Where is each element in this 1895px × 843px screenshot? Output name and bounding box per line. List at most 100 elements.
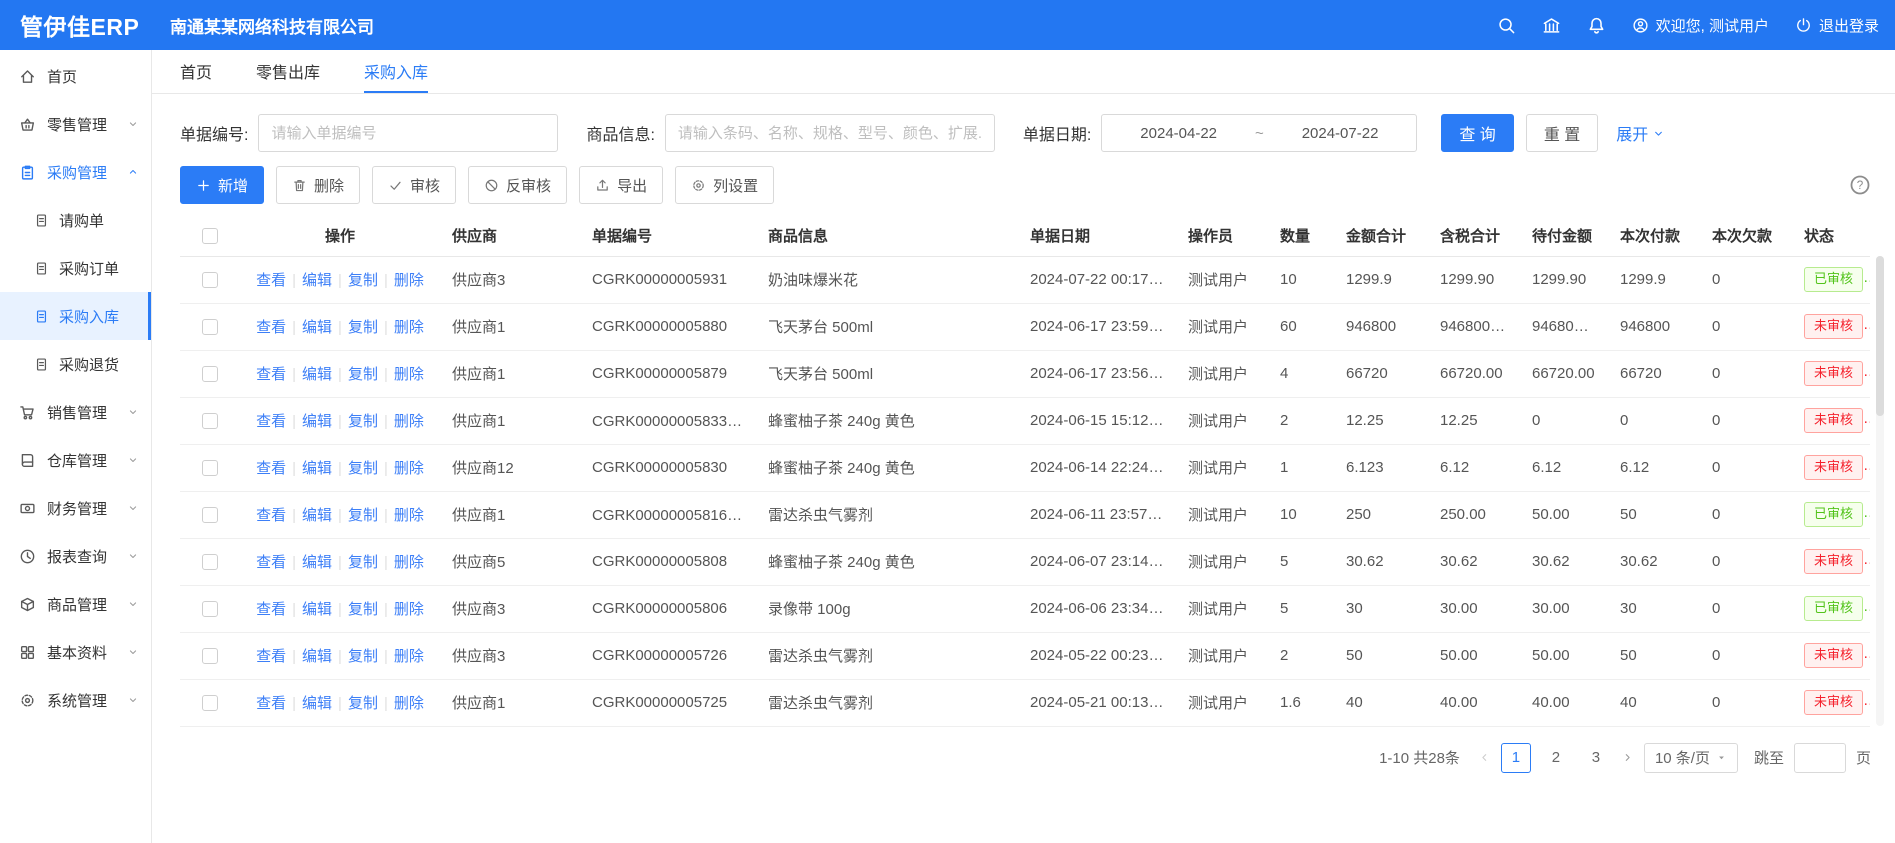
action-separator: |	[338, 413, 342, 430]
notification-bell-icon[interactable]	[1587, 16, 1606, 35]
next-page-icon[interactable]	[1621, 751, 1634, 764]
page-size-select[interactable]: 10 条/页	[1644, 743, 1738, 773]
prev-page-icon[interactable]	[1478, 751, 1491, 764]
row-checkbox[interactable]	[202, 366, 218, 382]
view-link[interactable]: 查看	[256, 272, 286, 289]
delete-button[interactable]: 删除	[276, 166, 360, 204]
table-scrollbar[interactable]	[1876, 256, 1884, 726]
date-to-value[interactable]: 2024-07-22	[1264, 125, 1417, 142]
edit-link[interactable]: 编辑	[302, 460, 332, 477]
reset-button[interactable]: 重 置	[1526, 114, 1598, 152]
bill-no-input[interactable]	[258, 114, 558, 152]
user-welcome[interactable]: 欢迎您, 测试用户	[1632, 15, 1769, 36]
column-settings-button[interactable]: 列设置	[675, 166, 774, 204]
sidebar-subitem-purchase-return[interactable]: 采购退货	[0, 340, 151, 388]
view-link[interactable]: 查看	[256, 319, 286, 336]
bank-icon[interactable]	[1542, 16, 1561, 35]
view-link[interactable]: 查看	[256, 507, 286, 524]
edit-link[interactable]: 编辑	[302, 648, 332, 665]
row-checkbox[interactable]	[202, 648, 218, 664]
edit-link[interactable]: 编辑	[302, 601, 332, 618]
delete-link[interactable]: 删除	[394, 366, 424, 383]
tab-purchase-inbound[interactable]: 采购入库	[364, 50, 428, 93]
view-link[interactable]: 查看	[256, 413, 286, 430]
delete-link[interactable]: 删除	[394, 507, 424, 524]
copy-link[interactable]: 复制	[348, 413, 378, 430]
search-icon[interactable]	[1497, 16, 1516, 35]
sidebar-subitem-purchase-order[interactable]: 采购订单	[0, 244, 151, 292]
edit-link[interactable]: 编辑	[302, 507, 332, 524]
copy-link[interactable]: 复制	[348, 695, 378, 712]
delete-link[interactable]: 删除	[394, 554, 424, 571]
view-link[interactable]: 查看	[256, 695, 286, 712]
sidebar-subitem-purchase-inbound[interactable]: 采购入库	[0, 292, 151, 340]
page-button-1[interactable]: 1	[1501, 743, 1531, 773]
sidebar-item-goods[interactable]: 商品管理	[0, 580, 151, 628]
page-button-2[interactable]: 2	[1541, 743, 1571, 773]
edit-link[interactable]: 编辑	[302, 554, 332, 571]
tab-retail-outbound[interactable]: 零售出库	[256, 50, 320, 93]
table-scrollbar-thumb[interactable]	[1876, 256, 1884, 416]
sidebar-item-sales[interactable]: 销售管理	[0, 388, 151, 436]
delete-link[interactable]: 删除	[394, 648, 424, 665]
copy-link[interactable]: 复制	[348, 554, 378, 571]
edit-link[interactable]: 编辑	[302, 695, 332, 712]
goods-info-input[interactable]	[665, 114, 995, 152]
edit-link[interactable]: 编辑	[302, 366, 332, 383]
copy-link[interactable]: 复制	[348, 272, 378, 289]
sidebar-subitem-purchase-request[interactable]: 请购单	[0, 196, 151, 244]
edit-link[interactable]: 编辑	[302, 272, 332, 289]
row-checkbox[interactable]	[202, 413, 218, 429]
copy-link[interactable]: 复制	[348, 319, 378, 336]
edit-link[interactable]: 编辑	[302, 319, 332, 336]
delete-link[interactable]: 删除	[394, 601, 424, 618]
copy-link[interactable]: 复制	[348, 460, 378, 477]
audit-button[interactable]: 审核	[372, 166, 456, 204]
header-actions: 欢迎您, 测试用户 退出登录	[1497, 15, 1895, 36]
view-link[interactable]: 查看	[256, 554, 286, 571]
expand-filters-link[interactable]: 展开	[1616, 121, 1665, 145]
delete-link[interactable]: 删除	[394, 319, 424, 336]
unaudit-button[interactable]: 反审核	[468, 166, 567, 204]
page-button-3[interactable]: 3	[1581, 743, 1611, 773]
row-checkbox-cell	[180, 538, 240, 585]
jump-to-input[interactable]	[1794, 743, 1846, 773]
sidebar-item-home[interactable]: 首页	[0, 52, 151, 100]
row-checkbox[interactable]	[202, 601, 218, 617]
sidebar-item-system[interactable]: 系统管理	[0, 676, 151, 724]
search-button[interactable]: 查 询	[1441, 114, 1513, 152]
tab-home[interactable]: 首页	[180, 50, 212, 93]
copy-link[interactable]: 复制	[348, 601, 378, 618]
row-checkbox[interactable]	[202, 272, 218, 288]
view-link[interactable]: 查看	[256, 601, 286, 618]
logout-button[interactable]: 退出登录	[1795, 15, 1879, 36]
row-checkbox[interactable]	[202, 695, 218, 711]
copy-link[interactable]: 复制	[348, 648, 378, 665]
row-checkbox[interactable]	[202, 554, 218, 570]
row-checkbox[interactable]	[202, 319, 218, 335]
view-link[interactable]: 查看	[256, 460, 286, 477]
date-from-value[interactable]: 2024-04-22	[1102, 125, 1255, 142]
delete-link[interactable]: 删除	[394, 695, 424, 712]
view-link[interactable]: 查看	[256, 648, 286, 665]
copy-link[interactable]: 复制	[348, 507, 378, 524]
copy-link[interactable]: 复制	[348, 366, 378, 383]
sidebar-item-purchase[interactable]: 采购管理	[0, 148, 151, 196]
add-button[interactable]: 新增	[180, 166, 264, 204]
sidebar-item-retail[interactable]: 零售管理	[0, 100, 151, 148]
sidebar-item-warehouse[interactable]: 仓库管理	[0, 436, 151, 484]
export-button[interactable]: 导出	[579, 166, 663, 204]
row-checkbox[interactable]	[202, 507, 218, 523]
date-range-picker[interactable]: 2024-04-22 ~ 2024-07-22	[1101, 114, 1417, 152]
row-checkbox[interactable]	[202, 460, 218, 476]
sidebar-item-basic[interactable]: 基本资料	[0, 628, 151, 676]
delete-link[interactable]: 删除	[394, 413, 424, 430]
edit-link[interactable]: 编辑	[302, 413, 332, 430]
delete-link[interactable]: 删除	[394, 272, 424, 289]
sidebar-item-report[interactable]: 报表查询	[0, 532, 151, 580]
select-all-checkbox[interactable]	[202, 228, 218, 244]
view-link[interactable]: 查看	[256, 366, 286, 383]
sidebar-item-finance[interactable]: 财务管理	[0, 484, 151, 532]
delete-link[interactable]: 删除	[394, 460, 424, 477]
help-icon[interactable]: ?	[1849, 174, 1871, 196]
